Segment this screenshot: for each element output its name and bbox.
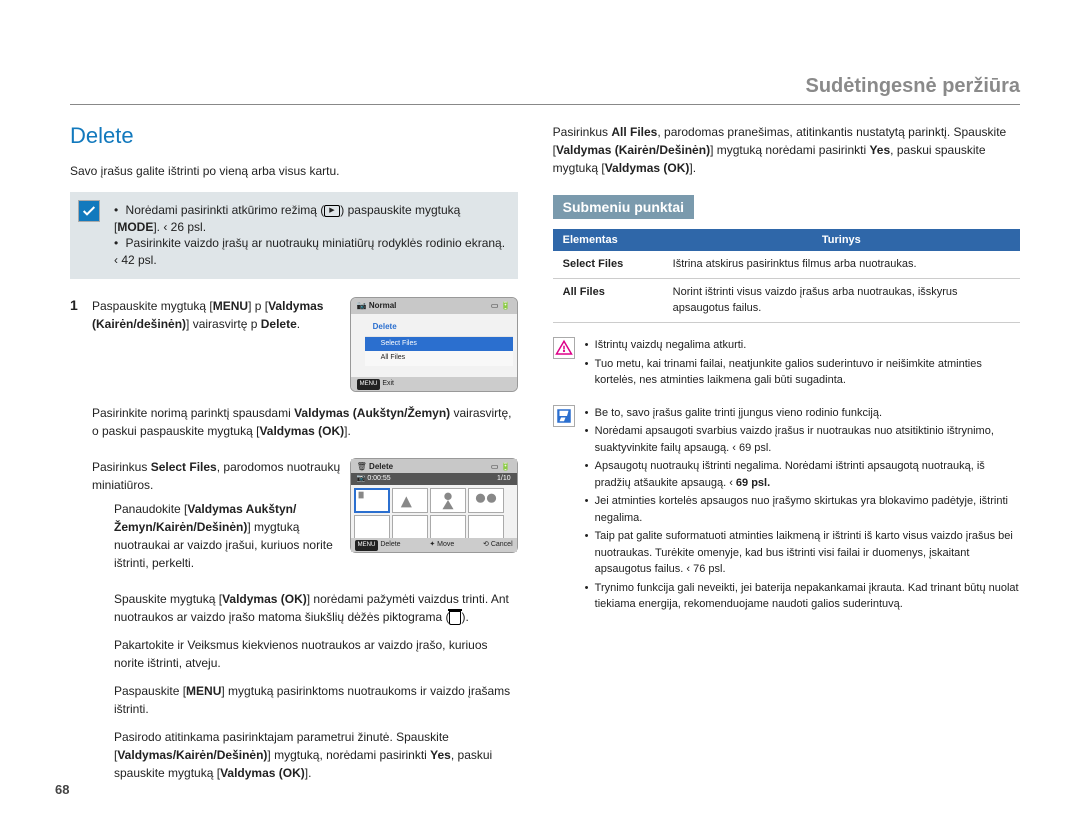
warn-item: Tuo metu, kai trinami failai, neatjunkit…: [585, 356, 1020, 389]
warn-item: Ištrintų vaizdų negalima atkurti.: [585, 337, 1020, 354]
tip-item: Apsaugotų nuotraukų ištrinti negalima. N…: [585, 458, 1020, 491]
substep-d: Paspauskite [MENU] mygtuką pasirinktoms …: [70, 682, 518, 718]
step-3: 🗑 Delete▭ 🔋 📷 0:00:551/10: [70, 458, 518, 578]
substep-e: Pasirodo atitinkama pasirinktajam parame…: [70, 728, 518, 782]
info-box: Norėdami pasirinkti atkūrimo režimą () p…: [70, 192, 518, 279]
tip-item: Be to, savo įrašus galite trinti įjungus…: [585, 405, 1020, 422]
th-elementas: Elementas: [553, 229, 663, 251]
warning-box: Ištrintų vaizdų negalima atkurti. Tuo me…: [553, 337, 1020, 391]
substep-b: Spauskite mygtuką [Valdymas (OK)] norėda…: [70, 590, 518, 626]
intro-text: Savo įrašus galite ištrinti po vieną arb…: [70, 163, 518, 180]
right-paragraph: Pasirinkus All Files, parodomas pranešim…: [553, 123, 1020, 177]
page-number: 68: [55, 782, 69, 797]
page-title: Delete: [70, 123, 518, 149]
playback-icon: [324, 205, 340, 217]
step-2: Pasirinkite norimą parinktį spausdami Va…: [70, 404, 518, 446]
submenu-heading: Submeniu punktai: [553, 195, 694, 219]
section-header: Sudėtingesnė peržiūra: [70, 75, 1020, 105]
tip-icon: [553, 405, 575, 427]
table-row: Select Files Ištrina atskirus pasirinktu…: [553, 251, 1020, 279]
th-turinys: Turinys: [663, 229, 1020, 251]
tip-item: Trynimo funkcija gali neveikti, jei bate…: [585, 580, 1020, 613]
tip-box: Be to, savo įrašus galite trinti įjungus…: [553, 405, 1020, 615]
mock-thumbnail-ui: 🗑 Delete▭ 🔋 📷 0:00:551/10: [350, 458, 518, 553]
substep-c: Pakartokite ir Veiksmus kiekvienos nuotr…: [70, 636, 518, 672]
tip-item: Norėdami apsaugoti svarbius vaizdo įrašu…: [585, 423, 1020, 456]
tip-item: Taip pat galite suformatuoti atminties l…: [585, 528, 1020, 578]
step-1: 1 📷 Normal▭ 🔋 Delete Select Files All Fi…: [70, 297, 518, 392]
table-row: All Files Norint ištrinti visus vaizdo į…: [553, 279, 1020, 323]
mock-menu-ui: 📷 Normal▭ 🔋 Delete Select Files All File…: [350, 297, 518, 392]
info-item-2: Pasirinkite vaizdo įrašų ar nuotraukų mi…: [114, 235, 506, 269]
check-icon: [78, 200, 100, 222]
warning-icon: [553, 337, 575, 359]
tip-item: Jei atminties kortelės apsaugos nuo įraš…: [585, 493, 1020, 526]
submenu-table: Elementas Turinys Select Files Ištrina a…: [553, 229, 1020, 323]
info-item-1: Norėdami pasirinkti atkūrimo režimą () p…: [114, 202, 506, 236]
trash-icon: [449, 611, 461, 625]
